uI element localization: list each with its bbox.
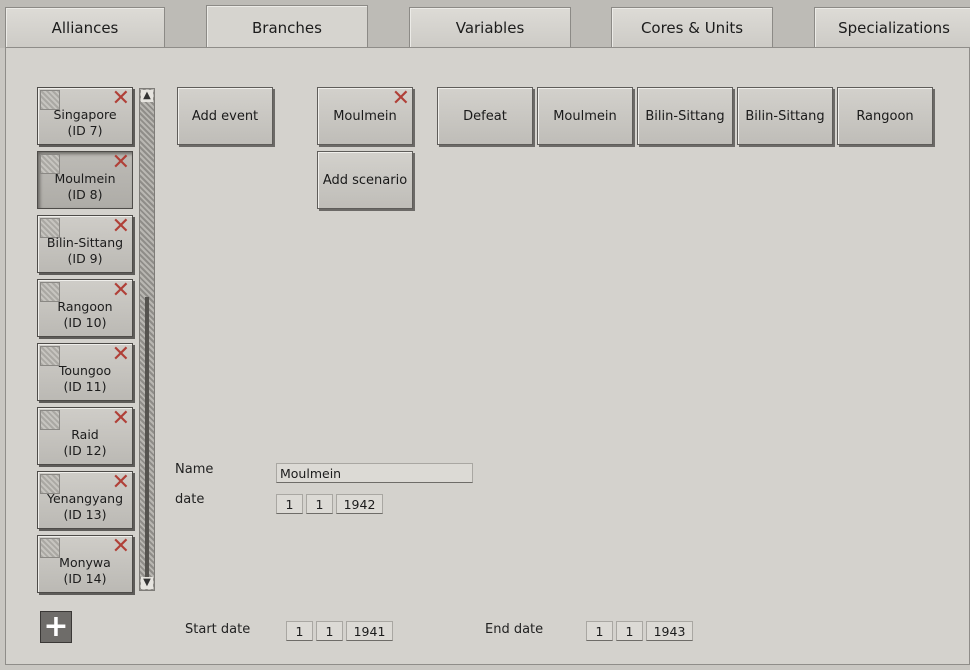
close-icon[interactable]: ✕ [392,88,410,110]
item-name: Monywa [59,555,111,570]
tab-specializations[interactable]: Specializations [814,7,970,47]
tab-variables[interactable]: Variables [409,7,571,47]
outcome-button[interactable]: Defeat [437,87,533,145]
item-id: (ID 10) [63,315,107,330]
item-id: (ID 13) [63,507,107,522]
arrow-down-icon[interactable]: ▼ [141,577,153,589]
end-date-label: End date [485,622,544,637]
list-item[interactable]: ✕ Toungoo (ID 11) [37,343,133,401]
year-field[interactable]: 1942 [336,494,383,514]
item-name: Toungoo [58,363,112,378]
item-id: (ID 11) [63,379,107,394]
tab-alliances[interactable]: Alliances [5,7,165,47]
end-day-field[interactable]: 1 [586,621,613,641]
list-item[interactable]: ✕ Yenangyang (ID 13) [37,471,133,529]
list-scrollbar[interactable]: ▲ ▼ [139,88,155,591]
list-item[interactable]: ✕ Moulmein (ID 8) [37,151,133,209]
plus-icon: + [43,609,69,644]
item-id: (ID 14) [63,571,107,586]
scroll-thumb[interactable] [145,297,149,582]
list-item[interactable]: ✕ Monywa (ID 14) [37,535,133,593]
arrow-up-icon[interactable]: ▲ [141,90,153,102]
list-item[interactable]: ✕ Raid (ID 12) [37,407,133,465]
item-name: Bilin-Sittang [46,235,124,250]
list-item[interactable]: ✕ Bilin-Sittang (ID 9) [37,215,133,273]
start-date-label: Start date [185,622,251,637]
add-event-button[interactable]: Add event [177,87,273,145]
day-field[interactable]: 1 [276,494,303,514]
item-name: Yenangyang [46,491,124,506]
outcome-button[interactable]: Moulmein [537,87,633,145]
outcome-button[interactable]: Bilin-Sittang [637,87,733,145]
list-item[interactable]: ✕ Singapore (ID 7) [37,87,133,145]
tab-cores-units[interactable]: Cores & Units [611,7,773,47]
end-year-field[interactable]: 1943 [646,621,693,641]
date-label: date [175,492,205,507]
item-name: Rangoon [57,299,113,314]
add-scenario-button[interactable]: Add scenario [317,151,413,209]
add-branch-button[interactable]: + [40,611,72,643]
item-id: (ID 7) [67,123,103,138]
item-name: Singapore [53,107,117,122]
name-field[interactable]: Moulmein [276,463,473,483]
end-month-field[interactable]: 1 [616,621,643,641]
tab-branches[interactable]: Branches [206,5,368,49]
start-month-field[interactable]: 1 [316,621,343,641]
outcome-button[interactable]: Rangoon [837,87,933,145]
list-item[interactable]: ✕ Rangoon (ID 10) [37,279,133,337]
item-id: (ID 9) [67,251,103,266]
scenario-label: Moulmein [333,108,397,124]
item-id: (ID 12) [63,443,107,458]
month-field[interactable]: 1 [306,494,333,514]
start-day-field[interactable]: 1 [286,621,313,641]
start-year-field[interactable]: 1941 [346,621,393,641]
tab-bar: Alliances Branches Variables Cores & Uni… [0,0,970,49]
item-name: Moulmein [54,171,116,186]
outcome-button[interactable]: Bilin-Sittang [737,87,833,145]
scenario-button[interactable]: Moulmein ✕ [317,87,413,145]
name-label: Name [175,462,214,477]
item-id: (ID 8) [67,187,103,202]
item-name: Raid [71,427,99,442]
